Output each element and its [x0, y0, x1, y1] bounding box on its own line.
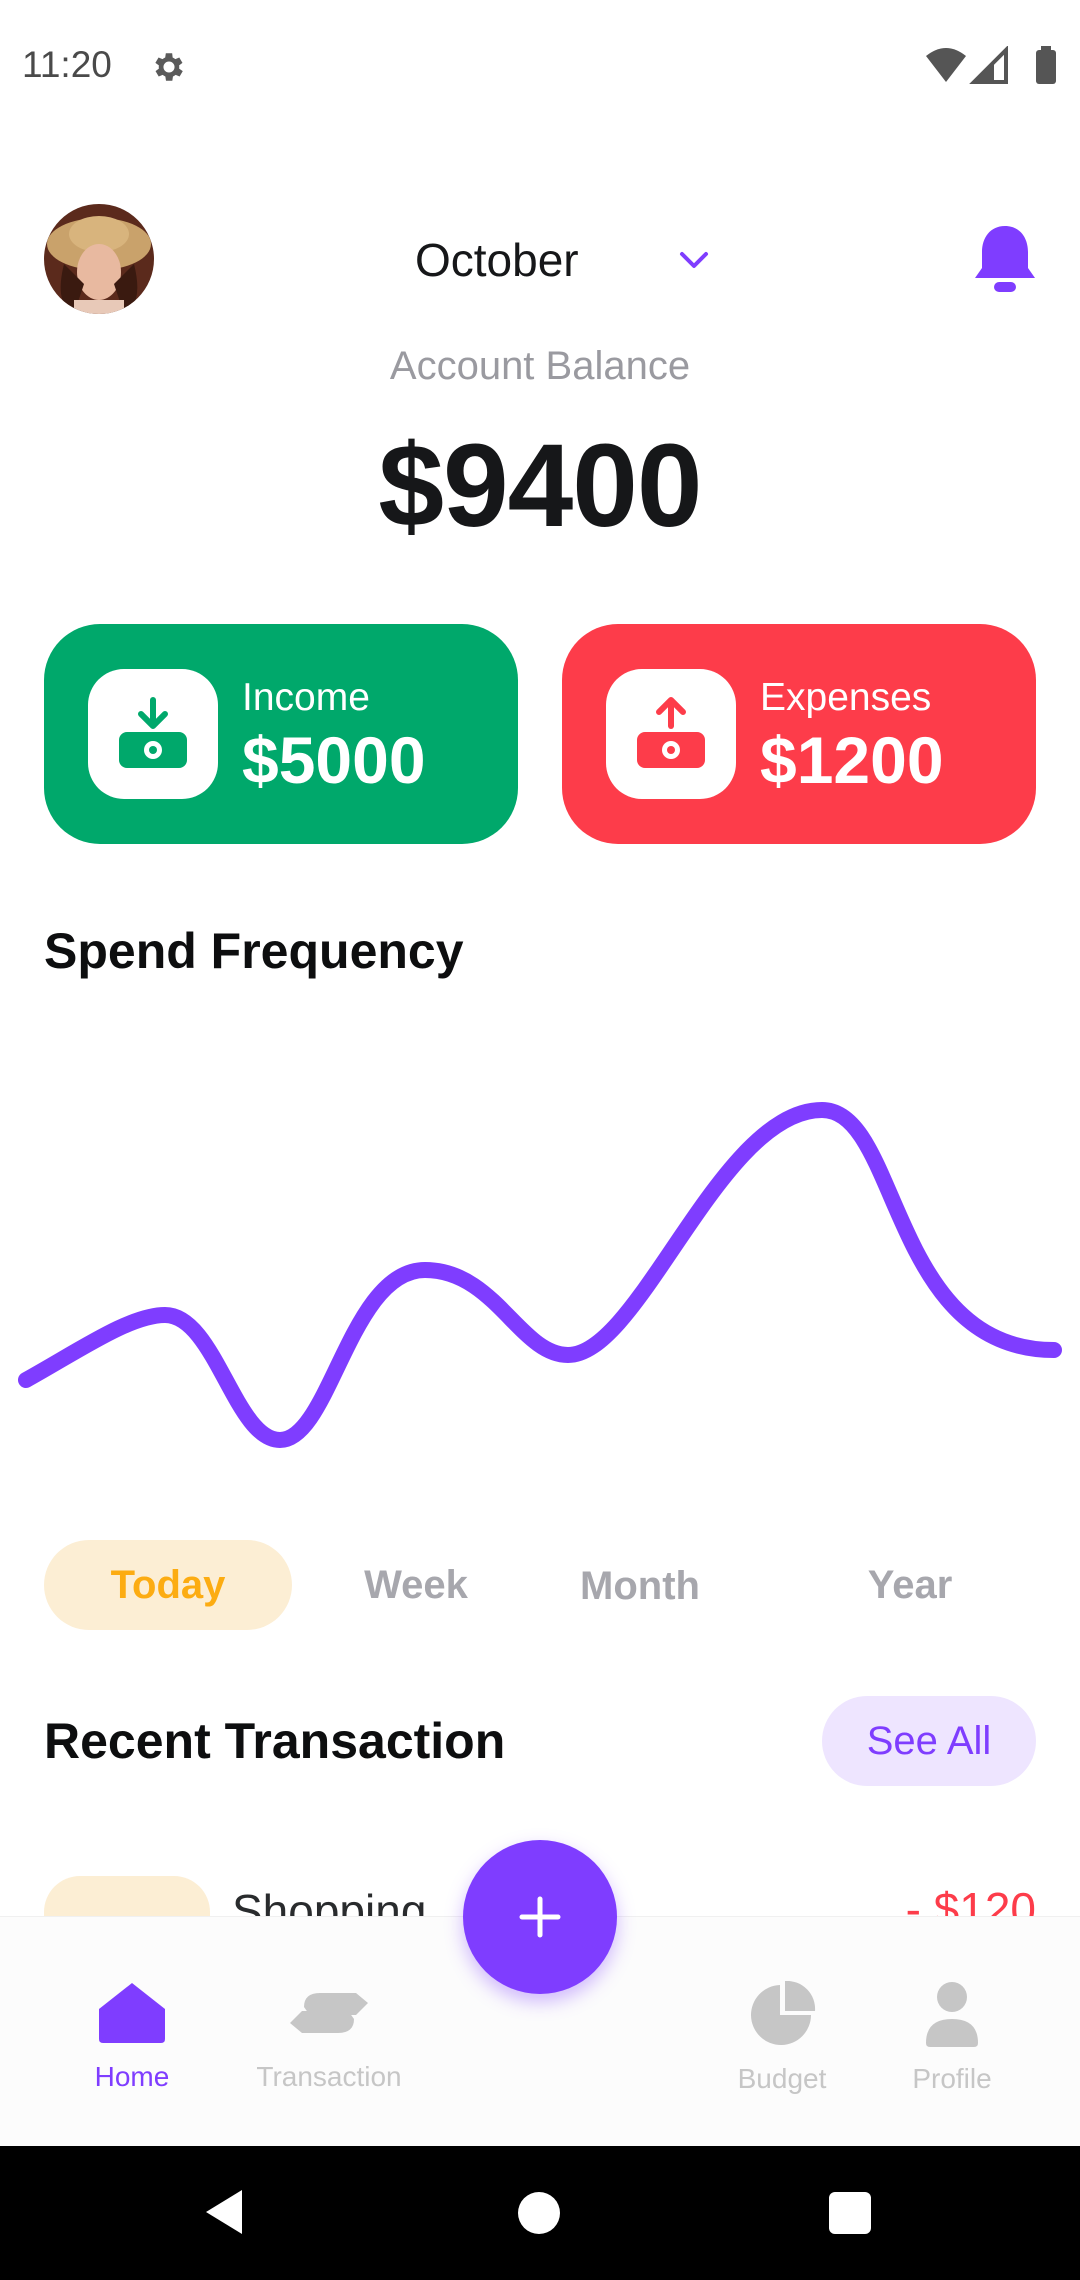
back-icon[interactable]	[200, 2186, 246, 2238]
income-value: $5000	[242, 723, 426, 797]
notification-bell-icon[interactable]	[972, 222, 1038, 294]
profile-icon	[926, 1982, 978, 2047]
nav-home[interactable]: Home	[32, 1981, 232, 2093]
account-balance-value: $9400	[378, 420, 702, 552]
spend-frequency-title: Spend Frequency	[44, 923, 464, 979]
expenses-label: Expenses	[760, 676, 932, 719]
transaction-amount: - $120	[905, 1883, 1036, 1916]
status-icons	[926, 46, 1056, 84]
expenses-value: $1200	[760, 723, 944, 797]
plus-icon	[519, 1896, 561, 1938]
add-transaction-button[interactable]	[463, 1840, 617, 1994]
budget-pie-icon	[751, 1981, 816, 2045]
month-label: October	[415, 234, 579, 286]
avatar[interactable]	[44, 204, 154, 314]
expenses-icon	[637, 697, 705, 768]
nav-transaction[interactable]: Transaction	[229, 1981, 429, 2093]
tab-today[interactable]: Today	[44, 1540, 292, 1630]
shopping-icon	[44, 1876, 210, 1916]
transaction-name: Shopping	[232, 1885, 427, 1916]
income-icon-container	[88, 669, 218, 799]
nav-profile-label: Profile	[912, 2063, 992, 2094]
nav-profile[interactable]: Profile	[852, 1981, 1052, 2095]
recent-transaction-title: Recent Transaction	[44, 1713, 506, 1769]
spend-frequency-chart	[18, 1102, 1062, 1448]
home-icon	[99, 1983, 165, 2043]
chevron-down-icon	[680, 252, 708, 268]
income-icon	[119, 697, 187, 768]
tab-year[interactable]: Year	[786, 1540, 1034, 1630]
expenses-card[interactable]: Expenses $1200	[562, 624, 1036, 844]
month-dropdown[interactable]: October	[380, 220, 720, 300]
expenses-icon-container	[606, 669, 736, 799]
nav-transaction-label: Transaction	[256, 2061, 402, 2092]
nav-home-label: Home	[94, 2061, 170, 2092]
transaction-icon	[290, 1993, 368, 2033]
battery-icon	[1036, 50, 1056, 84]
income-label: Income	[242, 676, 370, 719]
spend-line	[18, 1102, 1062, 1448]
system-navigation-bar	[0, 2146, 1080, 2280]
see-all-button[interactable]: See All	[822, 1696, 1036, 1786]
status-time: 11:20	[22, 44, 112, 85]
settings-gear-icon	[155, 53, 183, 81]
income-card[interactable]: Income $5000	[44, 624, 518, 844]
account-balance-label: Account Balance	[389, 344, 691, 388]
recents-square-icon[interactable]	[829, 2192, 871, 2234]
home-circle-icon[interactable]	[518, 2192, 560, 2234]
wifi-icon	[926, 48, 966, 82]
tab-month[interactable]: Month	[580, 1536, 710, 1636]
tab-week[interactable]: Week	[292, 1540, 540, 1630]
